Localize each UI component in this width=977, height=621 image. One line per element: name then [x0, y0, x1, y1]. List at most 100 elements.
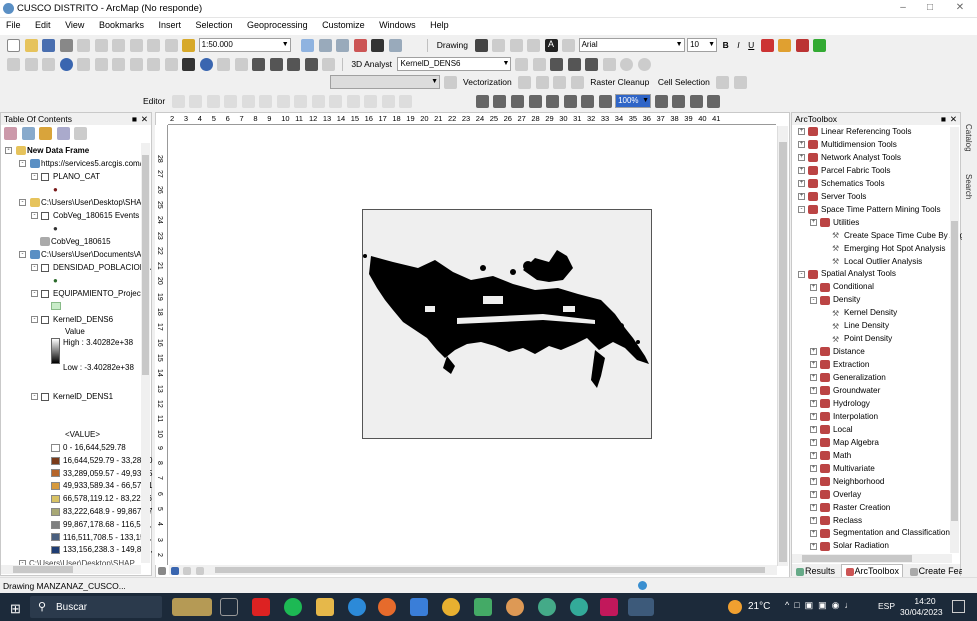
expand-toggle[interactable]: +: [798, 154, 805, 162]
clear-selection-icon[interactable]: [164, 57, 178, 71]
measure-icon[interactable]: [252, 57, 266, 71]
rotate-icon[interactable]: [492, 38, 506, 52]
line-color-icon[interactable]: [795, 38, 809, 52]
notifications-icon[interactable]: [952, 600, 965, 613]
refresh-icon[interactable]: [183, 566, 192, 575]
expand-toggle[interactable]: +: [810, 426, 817, 434]
layout-zoom-out-icon[interactable]: [493, 94, 507, 108]
toolbox-vertical-scrollbar[interactable]: [950, 127, 959, 553]
menu-geoprocessing[interactable]: Geoprocessing: [241, 18, 314, 32]
zoom-100-icon[interactable]: [528, 94, 542, 108]
tab-search[interactable]: Search: [964, 174, 973, 199]
layer-checkbox[interactable]: [41, 289, 49, 298]
toolset-item[interactable]: + Groundwater: [810, 386, 880, 396]
undo-icon[interactable]: [147, 38, 161, 52]
toolset-item[interactable]: + Linear Referencing Tools: [798, 127, 911, 137]
mail-icon[interactable]: [410, 598, 428, 616]
vectorize-icon[interactable]: [553, 75, 567, 89]
cut-icon[interactable]: [77, 38, 91, 52]
system-tray-icons[interactable]: ^□▣▣◉♩: [785, 600, 859, 611]
toolset-item[interactable]: + Multidimension Tools: [798, 140, 897, 150]
editor-toolbar-icon[interactable]: [301, 38, 315, 52]
toolset-item[interactable]: + Math: [810, 451, 851, 461]
tool-item[interactable]: ⚒ Local Outlier Analysis: [822, 257, 922, 266]
menu-windows[interactable]: Windows: [373, 18, 422, 32]
expand-toggle[interactable]: +: [798, 141, 805, 149]
layer-checkbox[interactable]: [41, 392, 49, 401]
toc-item-plano-cat[interactable]: - PLANO_CAT: [31, 172, 100, 181]
toolset-item[interactable]: + Neighborhood: [810, 477, 884, 486]
reshape-icon[interactable]: [294, 94, 308, 108]
cut-polygons-icon[interactable]: [311, 94, 325, 108]
fill-color-icon[interactable]: [778, 38, 792, 52]
toolset-item[interactable]: + Utilities: [810, 218, 859, 227]
layout-zoom-select[interactable]: 100% ▼: [615, 94, 652, 108]
italic-button[interactable]: I: [737, 40, 739, 50]
line-of-sight-icon[interactable]: [550, 57, 564, 71]
layer-checkbox[interactable]: [41, 315, 49, 324]
expand-toggle[interactable]: +: [810, 542, 817, 550]
3d-analyst-menu[interactable]: 3D Analyst: [351, 59, 392, 69]
search-highlight-icon[interactable]: [172, 598, 212, 616]
identify-icon[interactable]: [199, 57, 213, 71]
trace-edit-icon[interactable]: [241, 94, 255, 108]
task-view-icon[interactable]: [220, 598, 238, 616]
toc-item-kerneld-dens6[interactable]: - KernelD_DENS6: [31, 315, 113, 324]
toc-item-documents-folder[interactable]: - C:\Users\User\Documents\Ar: [19, 250, 144, 260]
cell-selection-menu[interactable]: Cell Selection: [658, 77, 710, 87]
full-extent-icon[interactable]: [59, 57, 73, 71]
edit-annotation-icon[interactable]: [189, 94, 203, 108]
layout-vscroll-thumb[interactable]: [779, 142, 787, 562]
menu-view[interactable]: View: [59, 18, 90, 32]
chrome-icon[interactable]: [442, 598, 460, 616]
text-icon[interactable]: A: [544, 38, 558, 52]
toolbox-scroll-thumb[interactable]: [951, 221, 958, 521]
expand-toggle[interactable]: +: [810, 503, 817, 511]
endpoint-arc-icon[interactable]: [224, 94, 238, 108]
arctoolbox-close-icon[interactable]: ✕: [950, 113, 957, 125]
toc-vertical-scrollbar[interactable]: [141, 143, 150, 563]
expand-toggle[interactable]: +: [810, 413, 817, 421]
toolset-item[interactable]: - Space Time Pattern Mining Tools: [798, 205, 941, 215]
tab-results[interactable]: Results: [792, 565, 838, 577]
store-icon[interactable]: [474, 598, 492, 616]
zoom-in-icon[interactable]: [7, 57, 20, 71]
data-driven-pages-icon[interactable]: [707, 94, 721, 108]
layer-checkbox[interactable]: [41, 211, 49, 220]
expand-toggle[interactable]: +: [810, 465, 817, 473]
pan-icon[interactable]: [42, 57, 56, 71]
model-builder-icon[interactable]: [388, 38, 402, 52]
expand-toggle[interactable]: +: [798, 180, 805, 188]
toolset-item[interactable]: + Multivariate: [810, 464, 875, 474]
toolset-item[interactable]: + Conditional: [810, 282, 874, 292]
zoom-out-icon[interactable]: [24, 57, 38, 71]
rotate-tool-icon[interactable]: [346, 94, 360, 108]
fixed-zoom-layout-icon[interactable]: [563, 94, 577, 108]
next-extent-layout-icon[interactable]: [598, 94, 612, 108]
contour-icon[interactable]: [585, 57, 599, 71]
toolset-item[interactable]: + Schematics Tools: [798, 179, 885, 189]
expand-toggle[interactable]: +: [810, 439, 817, 447]
steepest-path-icon[interactable]: [567, 57, 581, 71]
chrome-profile-3-icon[interactable]: [570, 598, 588, 616]
help-icon[interactable]: [637, 57, 651, 71]
menu-help[interactable]: Help: [424, 18, 455, 32]
expand-toggle[interactable]: +: [810, 490, 817, 498]
file-explorer-icon[interactable]: [316, 598, 334, 616]
interpolate-line-icon[interactable]: [514, 57, 528, 71]
layout-horizontal-scrollbar[interactable]: [169, 565, 777, 575]
temperature[interactable]: 21°C: [748, 601, 770, 612]
layout-hscroll-thumb[interactable]: [215, 567, 765, 573]
raster-snap-icon[interactable]: [570, 75, 584, 89]
toolset-item[interactable]: + Network Analyst Tools: [798, 153, 901, 163]
toc-hscroll-thumb[interactable]: [13, 566, 73, 573]
list-by-selection-icon[interactable]: [56, 127, 70, 140]
data-frame-item[interactable]: - New Data Frame: [5, 146, 89, 156]
underline-button[interactable]: U: [748, 40, 754, 50]
chrome-profile-icon[interactable]: [506, 598, 524, 616]
font-size-select[interactable]: 10 ▼: [687, 38, 718, 52]
select-elements-icon[interactable]: [474, 38, 488, 52]
expand-toggle[interactable]: +: [810, 516, 817, 524]
toolset-item[interactable]: + Map Algebra: [810, 438, 879, 448]
toc-item-cobveg-events[interactable]: - CobVeg_180615 Events: [31, 211, 139, 220]
